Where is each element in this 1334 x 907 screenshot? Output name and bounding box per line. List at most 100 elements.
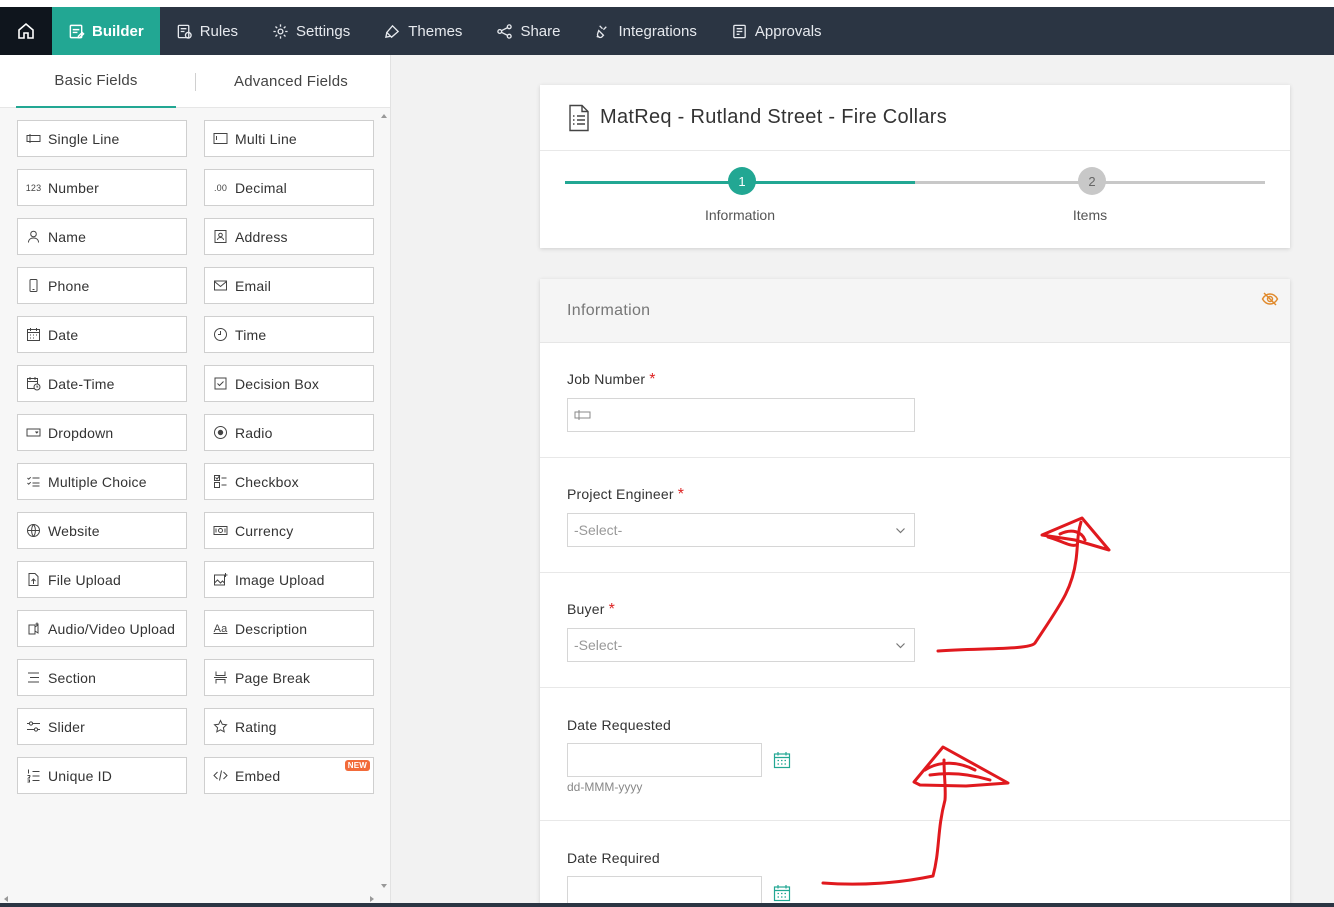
field-number[interactable]: 123 Number xyxy=(17,169,187,206)
field-address[interactable]: Address xyxy=(204,218,374,255)
field-slider[interactable]: Slider xyxy=(17,708,187,745)
field-label: Checkbox xyxy=(235,473,299,490)
dropdown-icon xyxy=(26,425,41,440)
field-label: Decimal xyxy=(235,179,287,196)
field-label: Date xyxy=(48,326,79,343)
form-header-card: MatReq - Rutland Street - Fire Collars 1… xyxy=(540,85,1290,248)
window-bottom-border xyxy=(0,903,1334,907)
date-format-hint: dd-MMM-yyyy xyxy=(567,780,643,794)
field-name[interactable]: Name xyxy=(17,218,187,255)
field-label: Time xyxy=(235,326,267,343)
calendar-icon[interactable] xyxy=(773,751,791,769)
field-rating[interactable]: Rating xyxy=(204,708,374,745)
nav-integrations[interactable]: Integrations xyxy=(578,7,714,55)
job-number-input[interactable] xyxy=(567,398,915,432)
section-header: Information xyxy=(540,279,1290,343)
required-mark: * xyxy=(677,486,685,503)
calendar-icon[interactable] xyxy=(773,884,791,902)
field-section[interactable]: Section xyxy=(17,659,187,696)
page-break-icon xyxy=(213,670,228,685)
field-file-upload[interactable]: File Upload xyxy=(17,561,187,598)
globe-icon xyxy=(26,523,41,538)
field-email[interactable]: Email xyxy=(204,267,374,304)
field-website[interactable]: Website xyxy=(17,512,187,549)
field-embed[interactable]: Embed NEW xyxy=(204,757,374,794)
date-requested-input[interactable] xyxy=(567,743,762,777)
builder-icon xyxy=(69,24,85,38)
field-label: Page Break xyxy=(235,669,311,686)
step-2-label[interactable]: Items xyxy=(1020,207,1160,223)
form-document-icon xyxy=(569,104,589,131)
field-label: Image Upload xyxy=(235,571,325,588)
person-icon xyxy=(26,229,41,244)
nav-share[interactable]: Share xyxy=(480,7,578,55)
rules-icon xyxy=(177,24,192,39)
step-2-indicator[interactable]: 2 xyxy=(1078,167,1106,195)
field-unique-id[interactable]: Unique ID xyxy=(17,757,187,794)
field-label: Dropdown xyxy=(48,424,114,441)
checklist-icon xyxy=(213,474,228,489)
nav-themes[interactable]: Themes xyxy=(368,7,480,55)
tab-basic-fields[interactable]: Basic Fields xyxy=(16,55,176,108)
field-description[interactable]: Aa Description xyxy=(204,610,374,647)
tab-advanced-fields[interactable]: Advanced Fields xyxy=(196,55,386,108)
field-phone[interactable]: Phone xyxy=(17,267,187,304)
project-engineer-select[interactable]: -Select- xyxy=(567,513,915,547)
field-label: Phone xyxy=(48,277,90,294)
field-multi-line[interactable]: Multi Line xyxy=(204,120,374,157)
nav-settings-label: Settings xyxy=(296,22,351,40)
nav-settings[interactable]: Settings xyxy=(256,7,368,55)
field-decimal[interactable]: .00 Decimal xyxy=(204,169,374,206)
share-icon xyxy=(497,23,513,39)
image-upload-icon xyxy=(213,572,228,587)
field-label: Currency xyxy=(235,522,294,539)
field-time[interactable]: Time xyxy=(204,316,374,353)
field-label: Embed xyxy=(235,767,281,784)
step-progress: 1 Information 2 Items xyxy=(540,151,1290,248)
field-label: Website xyxy=(48,522,100,539)
field-image-upload[interactable]: Image Upload xyxy=(204,561,374,598)
chevron-down-icon xyxy=(896,528,905,534)
field-date[interactable]: Date xyxy=(17,316,187,353)
slider-icon xyxy=(26,719,41,734)
form-canvas: MatReq - Rutland Street - Fire Collars 1… xyxy=(391,55,1334,907)
nav-approvals[interactable]: Approvals xyxy=(715,7,840,55)
single-line-icon xyxy=(574,410,591,420)
nav-rules[interactable]: Rules xyxy=(160,7,256,55)
field-tabs: Basic Fields Advanced Fields xyxy=(0,55,390,108)
approvals-icon xyxy=(733,24,746,38)
field-audio-video-upload[interactable]: Audio/Video Upload xyxy=(17,610,187,647)
field-currency[interactable]: Currency xyxy=(204,512,374,549)
field-label: Multiple Choice xyxy=(48,473,147,490)
field-single-line[interactable]: Single Line xyxy=(17,120,187,157)
nav-share-label: Share xyxy=(520,22,561,40)
field-label: Date-Time xyxy=(48,375,115,392)
unique-id-icon xyxy=(26,768,41,783)
field-decision-box[interactable]: Decision Box xyxy=(204,365,374,402)
buyer-select[interactable]: -Select- xyxy=(567,628,915,662)
home-button[interactable] xyxy=(0,7,52,55)
sidebar-vertical-scrollbar[interactable] xyxy=(378,55,390,895)
field-dropdown[interactable]: Dropdown xyxy=(17,414,187,451)
project-engineer-label: Project Engineer * xyxy=(567,486,684,504)
field-label: Radio xyxy=(235,424,273,441)
field-radio[interactable]: Radio xyxy=(204,414,374,451)
field-label: Address xyxy=(235,228,288,245)
buyer-label: Buyer * xyxy=(567,601,615,619)
single-line-icon xyxy=(26,131,41,146)
field-checkbox[interactable]: Checkbox xyxy=(204,463,374,500)
step-1-label[interactable]: Information xyxy=(670,207,810,223)
nav-builder[interactable]: Builder xyxy=(52,7,160,55)
date-time-icon xyxy=(26,376,41,391)
field-page-break[interactable]: Page Break xyxy=(204,659,374,696)
hide-eye-icon[interactable] xyxy=(1261,290,1279,308)
field-label: File Upload xyxy=(48,571,122,588)
step-1-indicator[interactable]: 1 xyxy=(728,167,756,195)
file-upload-icon xyxy=(26,572,41,587)
field-row-project-engineer: Project Engineer * -Select- xyxy=(540,458,1290,573)
radio-icon xyxy=(213,425,228,440)
clock-icon xyxy=(213,327,228,342)
field-date-time[interactable]: Date-Time xyxy=(17,365,187,402)
field-label: Single Line xyxy=(48,130,120,147)
field-multiple-choice[interactable]: Multiple Choice xyxy=(17,463,187,500)
